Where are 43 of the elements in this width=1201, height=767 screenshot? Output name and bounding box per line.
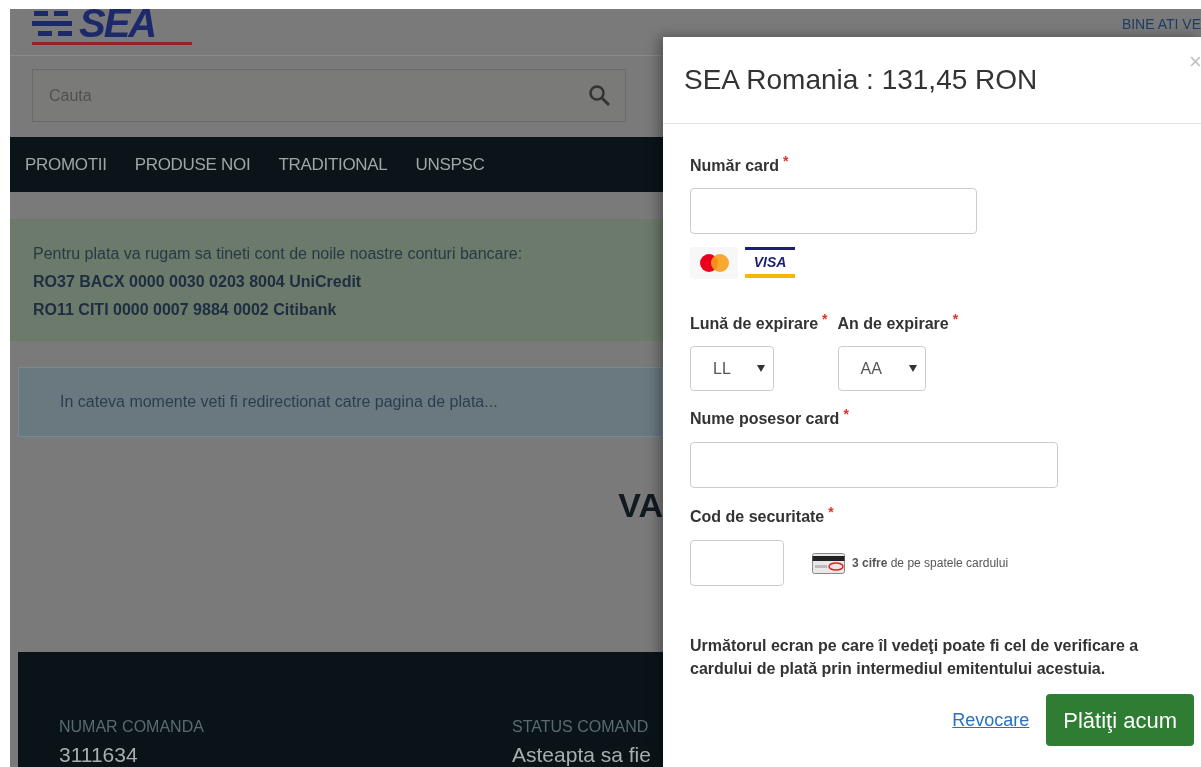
field-label: An de expirare	[837, 314, 949, 334]
required-mark: *	[843, 407, 849, 421]
pay-button[interactable]: Plătiţi acum	[1046, 694, 1194, 746]
nav-link[interactable]: UNSPSC	[415, 151, 485, 178]
dropdown[interactable]: LL	[690, 346, 774, 391]
text-input[interactable]	[690, 540, 784, 586]
overlapping-circles-icon	[690, 247, 738, 279]
notice-text: In cateva momente veti fi redirectionat catre pagina de plata...	[60, 392, 498, 412]
required-mark: *	[782, 154, 789, 168]
field-label: STATUS COMAND	[512, 717, 650, 737]
bank-account: RO37 BACX 0000 0030 0203 8004 UniCredit	[33, 272, 363, 292]
field-label: Lună de expirare	[690, 314, 819, 334]
dropdown[interactable]: AA	[837, 346, 926, 391]
bank-account: RO11 CITI 0000 0007 9884 0002 Citibank	[33, 300, 338, 320]
page-heading: VA	[618, 485, 663, 525]
nav-link[interactable]: PROMOTII	[25, 151, 107, 178]
field-label: Nume posesor card	[690, 409, 840, 429]
text-input[interactable]	[690, 442, 1058, 488]
dropdown-value: LL	[713, 358, 731, 379]
field-value: Asteapta sa fie	[512, 742, 652, 767]
notice-text: Pentru plata va rugam sa tineti cont de noile noastre conturi bancare:	[33, 244, 524, 264]
field-label: NUMAR COMANDA	[59, 717, 205, 737]
field-label: Număr card	[690, 156, 779, 176]
info-text: Următorul ecran pe care îl vedeţi poate fi cel de verificare a cardului de plată prin intermediul emitentului acestuia.	[690, 636, 1140, 679]
caret-icon	[908, 365, 917, 372]
required-mark: *	[828, 505, 834, 519]
nav-link[interactable]: PRODUSE NOI	[134, 151, 251, 178]
logo-wordmark: SEA	[79, 5, 156, 41]
required-mark: *	[822, 312, 828, 326]
card-back-icon	[812, 552, 845, 574]
caret-icon	[757, 365, 765, 372]
dialog-title: SEA Romania : 131,45 RON	[684, 63, 1038, 97]
search-icon[interactable]	[588, 84, 610, 106]
nav-link[interactable]: TRADITIONAL	[278, 151, 388, 178]
greeting-text: BINE ATI VE	[1121, 15, 1201, 34]
field-value: 3111634	[59, 742, 139, 767]
text-input[interactable]	[690, 188, 977, 234]
hint-text: 3 cifre de pe spatele cardului	[852, 555, 1009, 572]
dropdown-value: AA	[860, 358, 882, 379]
field-label: Cod de securitate	[690, 507, 825, 527]
cancel-link[interactable]: Revocare	[952, 706, 1030, 734]
required-mark: *	[952, 312, 959, 326]
card-brand-text: VISA	[753, 252, 787, 272]
